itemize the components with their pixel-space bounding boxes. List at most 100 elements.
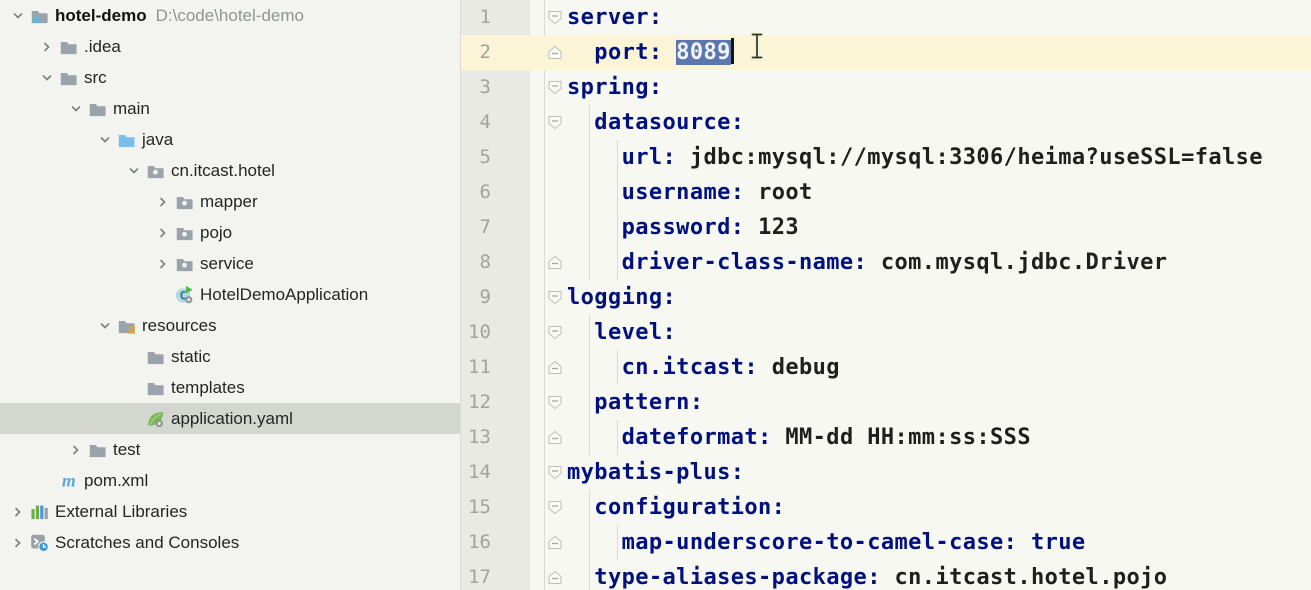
chevron-collapsed-icon[interactable] bbox=[37, 38, 57, 56]
code-text[interactable]: datasource: bbox=[567, 105, 744, 140]
tree-item-test[interactable]: test bbox=[0, 434, 460, 465]
code-text[interactable]: level: bbox=[567, 315, 676, 350]
tree-item-mapper[interactable]: mapper bbox=[0, 186, 460, 217]
code-line-3[interactable]: 3spring: bbox=[461, 70, 1311, 105]
code-line-10[interactable]: 10 level: bbox=[461, 315, 1311, 350]
code-line-15[interactable]: 15 configuration: bbox=[461, 490, 1311, 525]
code-text[interactable]: dateformat: MM-dd HH:mm:ss:SSS bbox=[567, 420, 1031, 455]
code-line-12[interactable]: 12 pattern: bbox=[461, 385, 1311, 420]
scratches-icon bbox=[30, 533, 49, 552]
chevron-collapsed-icon[interactable] bbox=[153, 255, 173, 273]
tree-item-hoteldemoapplication[interactable]: CHotelDemoApplication bbox=[0, 279, 460, 310]
code-line-11[interactable]: 11 cn.itcast: debug bbox=[461, 350, 1311, 385]
tree-item-main[interactable]: main bbox=[0, 93, 460, 124]
code-text[interactable]: port: 8089 bbox=[567, 35, 734, 70]
code-text[interactable]: driver-class-name: com.mysql.jdbc.Driver bbox=[567, 245, 1167, 280]
tree-item-resources[interactable]: resources bbox=[0, 310, 460, 341]
code-line-17[interactable]: 17 type-aliases-package: cn.itcast.hotel… bbox=[461, 560, 1311, 590]
fold-marker-down-icon[interactable] bbox=[548, 10, 562, 25]
tree-item-label: pojo bbox=[200, 223, 232, 243]
tree-item-label: pom.xml bbox=[84, 471, 148, 491]
code-line-13[interactable]: 13 dateformat: MM-dd HH:mm:ss:SSS bbox=[461, 420, 1311, 455]
fold-marker-up-icon[interactable] bbox=[548, 430, 562, 445]
chevron-expanded-icon[interactable] bbox=[37, 69, 57, 87]
tree-item-hotel-demo[interactable]: hotel-demoD:\code\hotel-demo bbox=[0, 0, 460, 31]
editor[interactable]: 1server:2 port: 80893spring:4 datasource… bbox=[461, 0, 1311, 590]
fold-marker-down-icon[interactable] bbox=[548, 115, 562, 130]
line-number: 4 bbox=[461, 105, 491, 140]
chevron-collapsed-icon[interactable] bbox=[8, 503, 28, 521]
tree-item-pojo[interactable]: pojo bbox=[0, 217, 460, 248]
fold-marker-up-icon[interactable] bbox=[548, 570, 562, 585]
code-text[interactable]: username: root bbox=[567, 175, 813, 210]
code-line-8[interactable]: 8 driver-class-name: com.mysql.jdbc.Driv… bbox=[461, 245, 1311, 280]
line-number: 8 bbox=[461, 245, 491, 280]
tree-item-service[interactable]: service bbox=[0, 248, 460, 279]
tree-item-label: static bbox=[171, 347, 211, 367]
chevron-placeholder bbox=[124, 379, 144, 397]
chevron-collapsed-icon[interactable] bbox=[66, 441, 86, 459]
folder-icon bbox=[59, 37, 78, 56]
resources-folder-icon bbox=[117, 316, 136, 335]
folder-icon bbox=[88, 99, 107, 118]
chevron-placeholder bbox=[124, 410, 144, 428]
code-line-16[interactable]: 16 map-underscore-to-camel-case: true bbox=[461, 525, 1311, 560]
code-text[interactable]: configuration: bbox=[567, 490, 785, 525]
code-line-14[interactable]: 14mybatis-plus: bbox=[461, 455, 1311, 490]
code-line-6[interactable]: 6 username: root bbox=[461, 175, 1311, 210]
tree-item-external-libraries[interactable]: External Libraries bbox=[0, 496, 460, 527]
tree-item-label: resources bbox=[142, 316, 217, 336]
tree-item-application-yaml[interactable]: application.yaml bbox=[0, 403, 460, 434]
chevron-expanded-icon[interactable] bbox=[95, 317, 115, 335]
fold-marker-up-icon[interactable] bbox=[548, 360, 562, 375]
code-line-2[interactable]: 2 port: 8089 bbox=[461, 35, 1311, 70]
code-text[interactable]: mybatis-plus: bbox=[567, 455, 744, 490]
code-text[interactable]: map-underscore-to-camel-case: true bbox=[567, 525, 1086, 560]
chevron-collapsed-icon[interactable] bbox=[8, 534, 28, 552]
fold-marker-down-icon[interactable] bbox=[548, 80, 562, 95]
package-icon bbox=[146, 161, 165, 180]
svg-text:m: m bbox=[62, 471, 76, 490]
code-text[interactable]: spring: bbox=[567, 70, 663, 105]
code-line-4[interactable]: 4 datasource: bbox=[461, 105, 1311, 140]
fold-marker-up-icon[interactable] bbox=[548, 535, 562, 550]
tree-item-scratches-and-consoles[interactable]: Scratches and Consoles bbox=[0, 527, 460, 558]
code-text[interactable]: server: bbox=[567, 0, 663, 35]
chevron-expanded-icon[interactable] bbox=[66, 100, 86, 118]
tree-item-label: java bbox=[142, 130, 173, 150]
code-text[interactable]: password: 123 bbox=[567, 210, 799, 245]
fold-marker-up-icon[interactable] bbox=[548, 45, 562, 60]
fold-marker-down-icon[interactable] bbox=[548, 395, 562, 410]
fold-marker-down-icon[interactable] bbox=[548, 465, 562, 480]
code-text[interactable]: pattern: bbox=[567, 385, 703, 420]
code-text[interactable]: type-aliases-package: cn.itcast.hotel.po… bbox=[567, 560, 1167, 590]
tree-item-java[interactable]: java bbox=[0, 124, 460, 155]
tree-item-templates[interactable]: templates bbox=[0, 372, 460, 403]
code-line-9[interactable]: 9logging: bbox=[461, 280, 1311, 315]
tree-item-src[interactable]: src bbox=[0, 62, 460, 93]
code-text[interactable]: logging: bbox=[567, 280, 676, 315]
code-text[interactable]: cn.itcast: debug bbox=[567, 350, 840, 385]
java-folder-icon bbox=[117, 130, 136, 149]
tree-item-cn-itcast-hotel[interactable]: cn.itcast.hotel bbox=[0, 155, 460, 186]
fold-marker-down-icon[interactable] bbox=[548, 325, 562, 340]
chevron-expanded-icon[interactable] bbox=[95, 131, 115, 149]
code-line-5[interactable]: 5 url: jdbc:mysql://mysql:3306/heima?use… bbox=[461, 140, 1311, 175]
chevron-collapsed-icon[interactable] bbox=[153, 193, 173, 211]
chevron-expanded-icon[interactable] bbox=[8, 7, 28, 25]
tree-item-static[interactable]: static bbox=[0, 341, 460, 372]
tree-item--idea[interactable]: .idea bbox=[0, 31, 460, 62]
code-line-1[interactable]: 1server: bbox=[461, 0, 1311, 35]
chevron-expanded-icon[interactable] bbox=[124, 162, 144, 180]
tree-item-label: test bbox=[113, 440, 140, 460]
fold-marker-down-icon[interactable] bbox=[548, 290, 562, 305]
fold-marker-up-icon[interactable] bbox=[548, 255, 562, 270]
chevron-placeholder bbox=[153, 286, 173, 304]
tree-item-label: application.yaml bbox=[171, 409, 293, 429]
tree-item-pom-xml[interactable]: m pom.xml bbox=[0, 465, 460, 496]
line-number: 15 bbox=[461, 490, 491, 525]
chevron-collapsed-icon[interactable] bbox=[153, 224, 173, 242]
code-line-7[interactable]: 7 password: 123 bbox=[461, 210, 1311, 245]
fold-marker-down-icon[interactable] bbox=[548, 500, 562, 515]
code-text[interactable]: url: jdbc:mysql://mysql:3306/heima?useSS… bbox=[567, 140, 1263, 175]
